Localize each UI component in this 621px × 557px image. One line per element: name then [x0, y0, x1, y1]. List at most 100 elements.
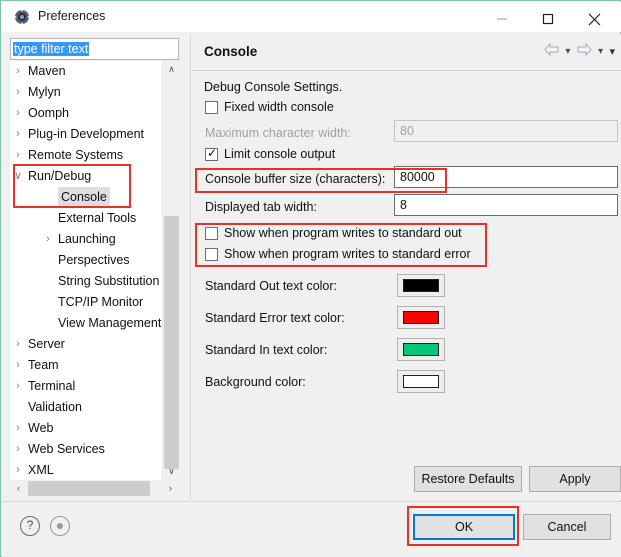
tree-hscroll-thumb[interactable]: [28, 481, 150, 496]
tree-item-label: View Management: [58, 316, 162, 330]
filter-input-value: type filter text: [13, 42, 90, 56]
tree-item-label: Run/Debug: [28, 169, 92, 183]
restore-defaults-button[interactable]: Restore Defaults: [414, 466, 522, 492]
back-dropdown-icon[interactable]: ▾: [565, 46, 570, 57]
tree-item-label: Plug-in Development: [28, 127, 145, 141]
chevron-right-icon[interactable]: ›: [10, 418, 26, 439]
chevron-right-icon[interactable]: ›: [10, 334, 26, 355]
back-arrow-icon[interactable]: [544, 42, 559, 59]
color-swatch-button-2[interactable]: [397, 338, 445, 361]
chevron-right-icon[interactable]: ›: [10, 460, 26, 481]
fixed-width-console-label: Fixed width console: [224, 100, 334, 114]
chevron-right-icon[interactable]: ›: [10, 82, 26, 103]
chevron-right-icon[interactable]: ›: [10, 355, 26, 376]
tree-item-console[interactable]: Console: [10, 187, 162, 208]
tree-item-label: Console: [58, 187, 110, 208]
tree-item-mylyn[interactable]: › Mylyn: [10, 82, 162, 103]
tree-vertical-scrollbar[interactable]: ∧ ∨: [162, 61, 179, 480]
max-char-width-input[interactable]: 80: [394, 120, 618, 142]
chevron-right-icon[interactable]: ›: [40, 229, 56, 250]
tree-item-run-debug[interactable]: ∨ Run/Debug: [10, 166, 162, 187]
color-swatch: [403, 375, 439, 388]
show-stderr-checkbox[interactable]: [205, 248, 218, 261]
secondary-circle-icon[interactable]: ●: [50, 516, 70, 536]
chevron-right-icon[interactable]: ›: [10, 439, 26, 460]
tree-item-label: XML: [28, 463, 54, 477]
tree-item-label: Remote Systems: [28, 148, 124, 162]
chevron-right-icon[interactable]: ›: [10, 376, 26, 397]
color-swatch: [403, 279, 439, 292]
tree-item-oomph[interactable]: › Oomph: [10, 103, 162, 124]
tree-horizontal-scrollbar[interactable]: ‹ ›: [10, 480, 179, 497]
tree-item-label: Perspectives: [58, 253, 130, 267]
tree-item-label: External Tools: [58, 211, 137, 225]
cancel-button[interactable]: Cancel: [523, 514, 611, 540]
color-label-3: Background color:: [205, 375, 306, 389]
group-label: Debug Console Settings.: [204, 80, 343, 94]
tree-item-launching[interactable]: › Launching: [10, 229, 162, 250]
color-swatch: [403, 343, 439, 356]
close-button[interactable]: [573, 3, 619, 32]
tree-item-perspectives[interactable]: Perspectives: [10, 250, 162, 271]
chevron-right-icon[interactable]: ›: [10, 145, 26, 166]
chevron-down-icon[interactable]: ∨: [10, 166, 26, 187]
limit-console-output-label: Limit console output: [224, 147, 336, 161]
max-char-width-label: Maximum character width:: [205, 126, 351, 140]
ok-button[interactable]: OK: [413, 514, 515, 540]
page-navigation-toolbar: ▾ ▾ ▾: [541, 42, 615, 61]
tree-item-server[interactable]: › Server: [10, 334, 162, 355]
tree-item-validation[interactable]: Validation: [10, 397, 162, 418]
maximize-button[interactable]: [527, 3, 573, 32]
tree-vscroll-thumb[interactable]: [164, 216, 179, 469]
tree-item-maven[interactable]: › Maven: [10, 61, 162, 82]
scroll-right-icon[interactable]: ›: [162, 480, 179, 497]
scroll-left-icon[interactable]: ‹: [10, 480, 27, 497]
header-divider: [192, 70, 621, 71]
color-swatch: [403, 311, 439, 324]
tree-item-string-substitution[interactable]: String Substitution: [10, 271, 162, 292]
tree-item-plug-in-development[interactable]: › Plug-in Development: [10, 124, 162, 145]
tree-item-view-management[interactable]: View Management: [10, 313, 162, 334]
color-swatch-button-1[interactable]: [397, 306, 445, 329]
tree-item-label: Launching: [58, 232, 116, 246]
checkmark-icon: ✓: [207, 146, 218, 160]
scroll-down-icon[interactable]: ∨: [163, 463, 180, 480]
preferences-tree[interactable]: › Maven › Mylyn › Oomph › Plug-in Development › R…: [10, 61, 179, 497]
preferences-gear-icon: [14, 9, 30, 25]
tree-item-tcp-ip-monitor[interactable]: TCP/IP Monitor: [10, 292, 162, 313]
scroll-up-icon[interactable]: ∧: [163, 61, 180, 78]
show-stderr-label: Show when program writes to standard err…: [224, 247, 471, 261]
forward-dropdown-icon[interactable]: ▾: [598, 46, 603, 57]
fixed-width-console-checkbox[interactable]: [205, 101, 218, 114]
tree-item-terminal[interactable]: › Terminal: [10, 376, 162, 397]
limit-console-output-checkbox[interactable]: ✓: [205, 146, 218, 161]
color-swatch-button-3[interactable]: [397, 370, 445, 393]
chevron-right-icon[interactable]: ›: [10, 103, 26, 124]
displayed-tab-width-input[interactable]: 8: [394, 194, 618, 216]
page-title: Console: [204, 44, 258, 59]
window-title: Preferences: [38, 9, 106, 23]
filter-input[interactable]: type filter text: [10, 38, 179, 60]
tree-item-label: Validation: [28, 400, 82, 414]
displayed-tab-width-label: Displayed tab width:: [205, 200, 317, 214]
console-buffer-size-label: Console buffer size (characters):: [205, 172, 386, 186]
chevron-right-icon[interactable]: ›: [10, 124, 26, 145]
console-buffer-size-input[interactable]: 80000: [394, 166, 618, 188]
help-icon[interactable]: ?: [20, 516, 40, 536]
preferences-dialog: Preferences type filter text › Maven › Myly…: [0, 0, 621, 557]
minimize-button[interactable]: [481, 3, 527, 32]
tree-item-label: Web: [28, 421, 54, 435]
tree-item-team[interactable]: › Team: [10, 355, 162, 376]
show-stdout-checkbox[interactable]: [205, 227, 218, 240]
view-menu-icon[interactable]: ▾: [609, 45, 615, 58]
tree-item-remote-systems[interactable]: › Remote Systems: [10, 145, 162, 166]
chevron-right-icon[interactable]: ›: [10, 61, 26, 82]
color-swatch-button-0[interactable]: [397, 274, 445, 297]
tree-item-web[interactable]: › Web: [10, 418, 162, 439]
tree-item-web-services[interactable]: › Web Services: [10, 439, 162, 460]
apply-button[interactable]: Apply: [529, 466, 621, 492]
tree-item-label: Maven: [28, 64, 66, 78]
forward-arrow-icon[interactable]: [577, 42, 592, 59]
tree-item-xml[interactable]: › XML: [10, 460, 162, 481]
tree-item-external-tools[interactable]: External Tools: [10, 208, 162, 229]
